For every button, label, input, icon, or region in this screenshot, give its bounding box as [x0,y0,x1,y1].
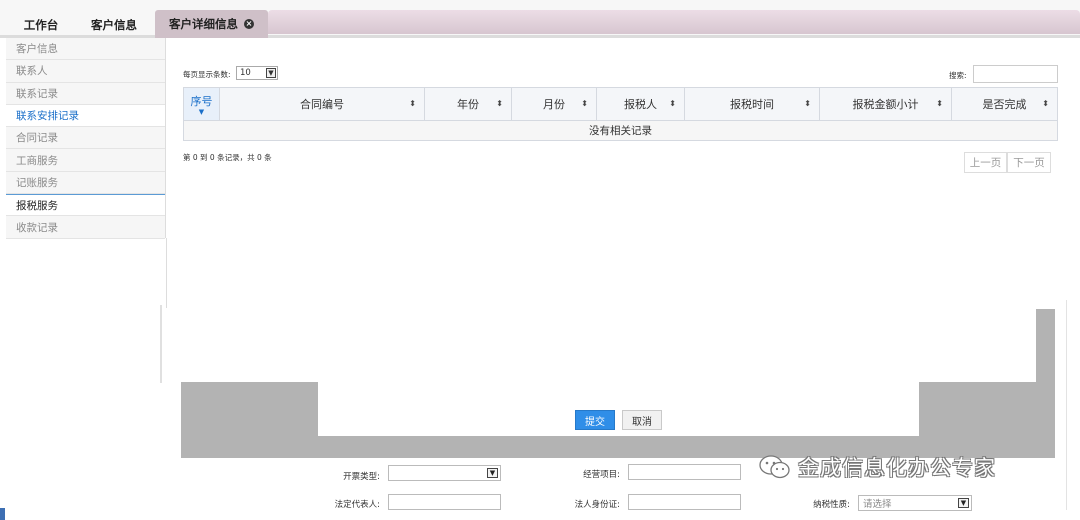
search-input[interactable] [973,65,1058,83]
sort-icon: ⬍ [804,99,811,108]
sidebar-item-label: 记账服务 [16,176,58,189]
sidebar-item-bookkeeping[interactable]: 记账服务 [6,171,165,195]
page-size-value: 10 [240,68,251,78]
tab-label: 工作台 [23,18,59,32]
chevron-down-icon: ▼ [266,68,276,78]
left-edge-line [160,305,162,383]
sidebar-item-label: 联系人 [16,65,48,78]
sidebar-item-label: 工商服务 [16,154,58,167]
tab-strip-background [268,10,1080,34]
sidebar-item-payments[interactable]: 收款记录 [6,216,165,239]
sidebar: 客户信息 联系人 联系记录 联系安排记录 合同记录 工商服务 记账服务 报税服务… [6,38,166,239]
column-header-label: 月份 [543,98,565,111]
business-scope-label: 经营项目: [583,470,620,480]
column-header-label: 序号 [190,94,213,108]
prev-page-button[interactable]: 上一页 [964,152,1007,173]
tab-customer-details[interactable]: 客户详细信息 × [155,10,268,38]
column-header-completed[interactable]: 是否完成 ⬍ [951,87,1058,121]
column-header-year[interactable]: 年份 ⬍ [424,87,512,121]
legal-rep-input[interactable] [388,494,501,510]
sidebar-item-customer-info[interactable]: 客户信息 [6,38,165,61]
tax-nature-placeholder: 请选择 [863,499,892,510]
sidebar-item-label: 联系安排记录 [16,110,79,123]
sort-icon: ⬍ [496,99,503,108]
tab-workbench[interactable]: 工作台 [12,12,70,38]
sidebar-item-contacts[interactable]: 联系人 [6,60,165,83]
corner-marker [0,508,5,520]
sidebar-item-contact-schedule[interactable]: 联系安排记录 [6,104,165,128]
business-scope-input[interactable] [628,464,741,480]
record-count-info: 第 0 到 0 条记录，共 0 条 [183,153,272,162]
submit-button[interactable]: 提交 [575,410,615,430]
wechat-icon [759,455,790,479]
column-header-contract-no[interactable]: 合同编号 ⬍ [219,87,425,121]
sidebar-item-tax-filing[interactable]: 报税服务 [6,194,165,217]
right-edge-line [1066,300,1067,510]
dialog-panel [318,309,919,436]
sort-desc-icon: ▼ [198,107,205,116]
sidebar-item-business-registration[interactable]: 工商服务 [6,149,165,172]
table-header-row: 序号 ▼ 合同编号 ⬍ 年份 ⬍ 月份 ⬍ 报税人 ⬍ 报税时间 ⬍ 报税金额小计 ⬍ 是否… [183,87,1058,121]
sort-icon: ⬍ [581,99,588,108]
invoice-type-label: 开票类型: [343,472,380,482]
chevron-down-icon: ▼ [487,468,498,478]
watermark: 金成信息化办公专家 [758,452,996,482]
tax-nature-label: 纳税性质: [813,500,850,510]
tax-records-table: 序号 ▼ 合同编号 ⬍ 年份 ⬍ 月份 ⬍ 报税人 ⬍ 报税时间 ⬍ 报税金额小计 ⬍ 是否… [183,87,1058,141]
sort-icon: ⬍ [409,99,416,108]
search-label: 搜索: [949,71,967,80]
column-header-label: 报税金额小计 [852,98,919,111]
column-header-label: 年份 [457,98,479,111]
sidebar-item-contact-records[interactable]: 联系记录 [6,82,165,105]
column-header-tax-time[interactable]: 报税时间 ⬍ [684,87,820,121]
tab-label: 客户信息 [91,18,137,32]
page-size-label: 每页显示条数: [183,70,231,79]
chevron-down-icon: ▼ [958,498,969,508]
watermark-text: 金成信息化办公专家 [798,456,996,480]
next-page-button[interactable]: 下一页 [1007,152,1051,173]
tab-label: 客户详细信息 [169,17,238,31]
close-icon[interactable]: × [244,19,254,29]
sidebar-item-contracts[interactable]: 合同记录 [6,127,165,150]
top-tab-bar: 工作台 客户信息 客户详细信息 × [0,0,1080,38]
sidebar-item-label: 收款记录 [16,221,58,234]
tax-nature-select[interactable]: 请选择 ▼ [858,495,972,511]
sidebar-item-label: 联系记录 [16,87,58,100]
sidebar-divider [166,238,167,308]
cancel-button[interactable]: 取消 [622,410,662,430]
column-header-month[interactable]: 月份 ⬍ [511,87,597,121]
column-header-label: 合同编号 [300,98,344,111]
column-header-label: 报税人 [624,98,657,111]
sidebar-item-label: 合同记录 [16,132,58,145]
empty-message: 没有相关记录 [183,120,1058,141]
column-header-index[interactable]: 序号 ▼ [183,87,220,121]
sort-icon: ⬍ [1042,99,1049,108]
legal-id-label: 法人身份证: [574,500,620,510]
sidebar-item-label: 客户信息 [16,43,58,56]
modal-backdrop-side [1036,309,1055,458]
column-header-label: 是否完成 [982,98,1027,111]
legal-rep-label: 法定代表人: [334,500,380,510]
column-header-label: 报税时间 [730,98,774,111]
column-header-tax-amount[interactable]: 报税金额小计 ⬍ [819,87,952,121]
column-header-tax-filer[interactable]: 报税人 ⬍ [596,87,685,121]
table-row-empty: 没有相关记录 [183,120,1058,141]
sidebar-item-label: 报税服务 [16,199,58,212]
page-size-select[interactable]: 10 ▼ [236,66,278,80]
sort-icon: ⬍ [936,99,943,108]
invoice-type-select[interactable]: ▼ [388,465,501,481]
sort-icon: ⬍ [669,99,676,108]
tab-customer-info[interactable]: 客户信息 [82,12,146,38]
legal-id-input[interactable] [628,494,741,510]
